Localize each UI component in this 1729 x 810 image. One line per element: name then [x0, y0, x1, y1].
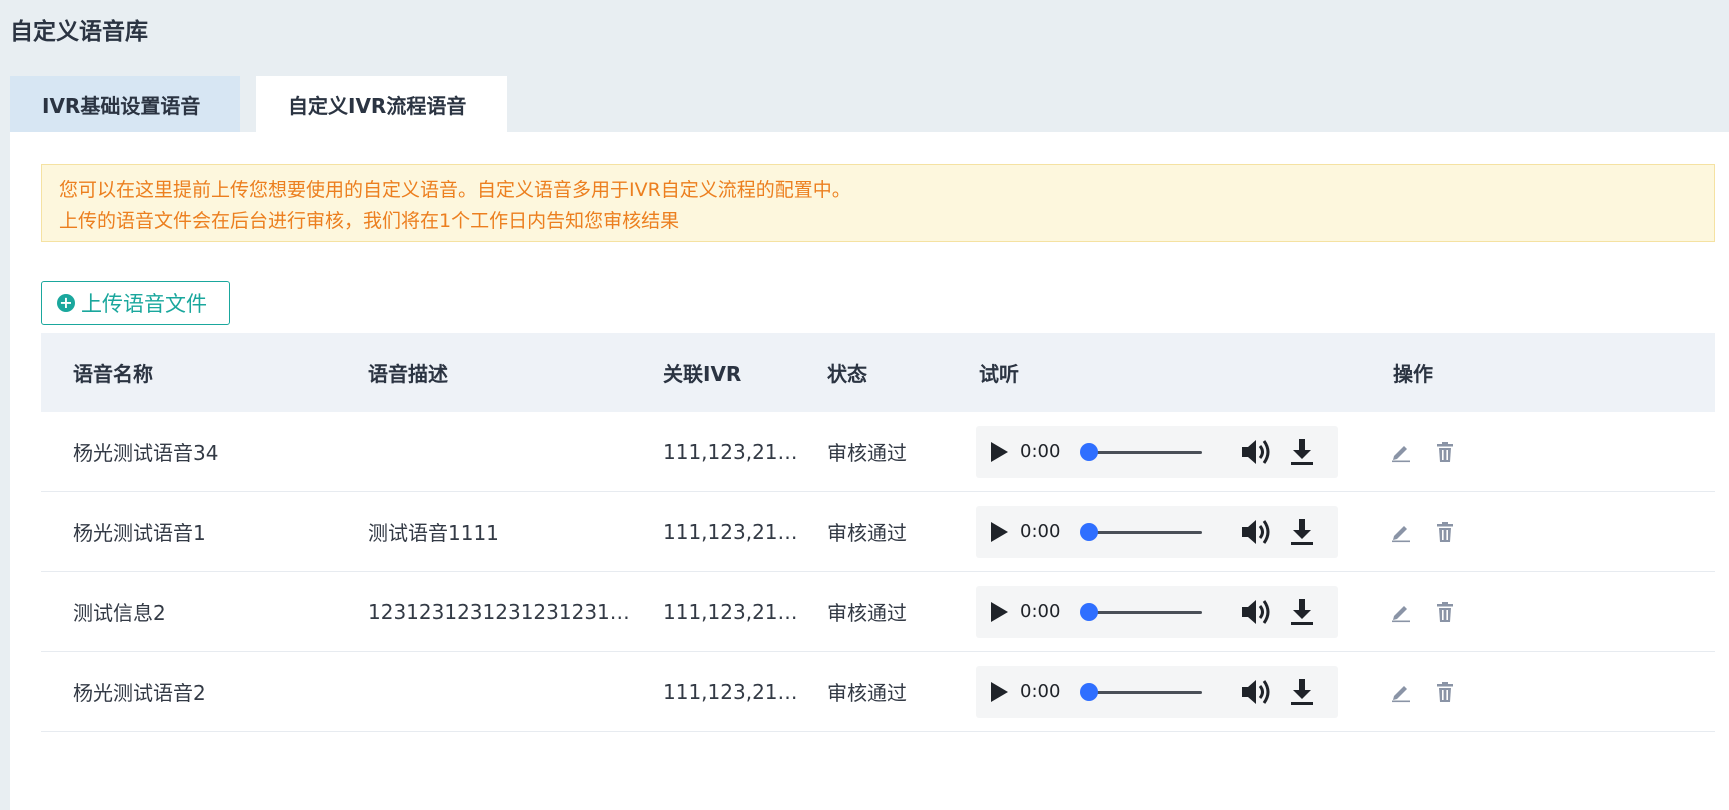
- audio-seek-slider[interactable]: [1080, 682, 1202, 701]
- seek-thumb[interactable]: [1080, 682, 1098, 701]
- edit-icon[interactable]: [1390, 681, 1412, 703]
- listen-cell: 0:00: [973, 425, 1374, 478]
- voice-desc: 测试语音1111: [368, 521, 499, 545]
- edit-icon[interactable]: [1390, 521, 1412, 543]
- voice-ivr: 111,123,2131...: [663, 599, 803, 624]
- download-icon[interactable]: [1289, 517, 1315, 547]
- left-gutter: [0, 132, 10, 810]
- voice-desc: 12312312312312312312...: [368, 599, 631, 624]
- plus-circle-icon: +: [57, 294, 75, 312]
- header-listen: 试听: [979, 362, 1019, 386]
- play-icon[interactable]: [989, 521, 1009, 543]
- audio-seek-slider[interactable]: [1080, 442, 1202, 461]
- play-icon[interactable]: [989, 601, 1009, 623]
- audio-time: 0:00: [1020, 681, 1061, 702]
- ops-cell: [1374, 441, 1456, 463]
- table-row: 杨光测试语音34 111,123,2131... 审核通过 0:00: [41, 412, 1715, 492]
- seek-thumb[interactable]: [1080, 522, 1098, 541]
- voice-name: 杨光测试语音34: [73, 441, 219, 465]
- download-icon[interactable]: [1289, 437, 1315, 467]
- volume-icon[interactable]: [1240, 517, 1272, 547]
- voice-status: 审核通过: [827, 601, 907, 625]
- audio-player: 0:00: [976, 585, 1338, 638]
- seek-track: [1084, 530, 1202, 534]
- seek-track: [1084, 450, 1202, 454]
- trash-icon[interactable]: [1434, 681, 1456, 703]
- upload-voice-label: 上传语音文件: [81, 292, 207, 316]
- edit-icon[interactable]: [1390, 601, 1412, 623]
- audio-seek-slider[interactable]: [1080, 522, 1202, 541]
- page-title: 自定义语音库: [10, 19, 148, 45]
- volume-icon[interactable]: [1240, 597, 1272, 627]
- voice-ivr: 111,123,2131...: [663, 439, 803, 464]
- listen-cell: 0:00: [973, 585, 1374, 638]
- table-row: 杨光测试语音1 测试语音1111 111,123,2131... 审核通过 0:…: [41, 492, 1715, 572]
- play-icon[interactable]: [989, 681, 1009, 703]
- tab-custom-ivr-flow-voice[interactable]: 自定义IVR流程语音: [256, 76, 507, 132]
- trash-icon[interactable]: [1434, 521, 1456, 543]
- volume-icon[interactable]: [1240, 437, 1272, 467]
- upload-voice-button[interactable]: + 上传语音文件: [41, 281, 230, 325]
- seek-thumb[interactable]: [1080, 602, 1098, 621]
- table-row: 测试信息2 12312312312312312312... 111,123,21…: [41, 572, 1715, 652]
- audio-seek-slider[interactable]: [1080, 602, 1202, 621]
- ops-cell: [1374, 681, 1456, 703]
- tab-bar: IVR基础设置语音 自定义IVR流程语音: [10, 76, 507, 132]
- listen-cell: 0:00: [973, 505, 1374, 558]
- audio-player: 0:00: [976, 505, 1338, 558]
- ops-cell: [1374, 601, 1456, 623]
- table-row: 杨光测试语音2 111,123,2131... 审核通过 0:00: [41, 652, 1715, 732]
- notice-banner: 您可以在这里提前上传您想要使用的自定义语音。自定义语音多用于IVR自定义流程的配…: [41, 164, 1715, 242]
- edit-icon[interactable]: [1390, 441, 1412, 463]
- header-status: 状态: [827, 362, 867, 386]
- play-icon[interactable]: [989, 441, 1009, 463]
- audio-player: 0:00: [976, 665, 1338, 718]
- voice-status: 审核通过: [827, 521, 907, 545]
- notice-line-1: 您可以在这里提前上传您想要使用的自定义语音。自定义语音多用于IVR自定义流程的配…: [59, 179, 851, 201]
- header-desc: 语音描述: [368, 362, 448, 386]
- seek-thumb[interactable]: [1080, 442, 1098, 461]
- trash-icon[interactable]: [1434, 441, 1456, 463]
- audio-player: 0:00: [976, 425, 1338, 478]
- header-name: 语音名称: [73, 362, 153, 386]
- audio-time: 0:00: [1020, 441, 1061, 462]
- notice-line-2: 上传的语音文件会在后台进行审核，我们将在1个工作日内告知您审核结果: [59, 210, 680, 232]
- content-panel: 您可以在这里提前上传您想要使用的自定义语音。自定义语音多用于IVR自定义流程的配…: [10, 132, 1729, 810]
- table-header: 语音名称 语音描述 关联IVR 状态 试听 操作: [41, 333, 1715, 412]
- tab-ivr-basic-voice[interactable]: IVR基础设置语音: [10, 76, 240, 132]
- ops-cell: [1374, 521, 1456, 543]
- listen-cell: 0:00: [973, 665, 1374, 718]
- download-icon[interactable]: [1289, 677, 1315, 707]
- voice-status: 审核通过: [827, 441, 907, 465]
- voice-ivr: 111,123,2131...: [663, 679, 803, 704]
- download-icon[interactable]: [1289, 597, 1315, 627]
- seek-track: [1084, 690, 1202, 694]
- audio-time: 0:00: [1020, 601, 1061, 622]
- voice-name: 测试信息2: [73, 601, 166, 625]
- voice-name: 杨光测试语音1: [73, 521, 206, 545]
- voice-status: 审核通过: [827, 681, 907, 705]
- header-ivr: 关联IVR: [663, 362, 742, 386]
- audio-time: 0:00: [1020, 521, 1061, 542]
- volume-icon[interactable]: [1240, 677, 1272, 707]
- trash-icon[interactable]: [1434, 601, 1456, 623]
- voice-ivr: 111,123,2131...: [663, 519, 803, 544]
- voice-name: 杨光测试语音2: [73, 681, 206, 705]
- voice-table: 语音名称 语音描述 关联IVR 状态 试听 操作 杨光测试语音34 111,12…: [41, 333, 1715, 732]
- header-ops: 操作: [1393, 362, 1433, 386]
- seek-track: [1084, 610, 1202, 614]
